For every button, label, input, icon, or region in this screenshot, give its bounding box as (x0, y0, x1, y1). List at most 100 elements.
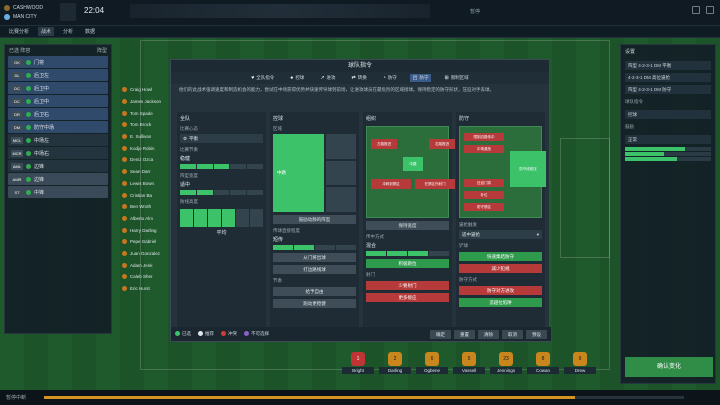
player-name-row[interactable]: Deniz Ozca (122, 154, 168, 166)
bottom-player[interactable]: 1 Bright (342, 352, 374, 374)
trigger-select[interactable]: 适中逼抢 ▾ (459, 230, 542, 239)
mode-select[interactable]: 正常 (625, 135, 711, 144)
attack-zone-centre[interactable]: 中路 (403, 157, 423, 171)
bottom-player[interactable]: 9 Drew (564, 352, 596, 374)
attack-zone-left[interactable]: 左路推进 (371, 139, 397, 149)
settings-icon[interactable] (692, 6, 700, 14)
lineup-row[interactable]: GK 门将 (8, 56, 108, 68)
player-name-row[interactable]: Cristian Ba (122, 189, 168, 201)
defence-zone-1[interactable]: 限制边路传中 (464, 133, 504, 141)
defence-btn-2[interactable]: 减少犯规 (459, 264, 542, 273)
defence-btn-1[interactable]: 快速集结防守 (459, 252, 542, 261)
lineup-row[interactable]: DL 后卫左 (8, 69, 108, 81)
tab-tactics[interactable]: 战术 (38, 27, 55, 36)
attack-btn-4[interactable]: 更多接应 (366, 293, 449, 302)
lineup-row[interactable]: DR 后卫右 (8, 108, 108, 120)
player-name-row[interactable]: Alberto Alm (122, 213, 168, 225)
instruction-tab[interactable]: ↗ 进攻 (317, 74, 338, 82)
possession-btn-5[interactable]: 跑动更稳健 (273, 299, 356, 308)
player-badge-icon (122, 99, 127, 105)
lineup-row[interactable]: DC 后卫中 (8, 82, 108, 94)
defence-btn-3[interactable]: 防守对方进攻 (459, 286, 542, 295)
tab-stats[interactable]: 分析 (60, 27, 76, 36)
footer-button[interactable]: 预设 (526, 329, 547, 339)
player-name-row[interactable]: Kodjo Robin (122, 142, 168, 154)
bottom-player[interactable]: 23 Jennings (490, 352, 522, 374)
tactic-select-3[interactable]: 阵型 4-2-3-1 DM 防守 (625, 85, 711, 94)
instruction-tab[interactable]: ⊞ 限制区域 (441, 74, 471, 82)
player-name-row[interactable]: Caleb Sher (122, 271, 168, 283)
player-name-row[interactable]: Craig Howl (122, 84, 168, 96)
player-name-row[interactable]: Tom Spade (122, 107, 168, 119)
lineup-row[interactable]: ST 中锋 (8, 186, 108, 198)
top-control[interactable]: 暂停 (470, 8, 480, 15)
tactic-select-2[interactable]: 4-2-3-1 DM 高位逼抢 (625, 73, 711, 82)
mentality-select[interactable]: ⚙ 平衡 (180, 134, 263, 143)
instruction-tab[interactable]: ⇄ 转换 (349, 74, 370, 82)
lineup-row[interactable]: DC 后卫中 (8, 95, 108, 107)
lineup-row[interactable]: AMR 边锋 (8, 173, 108, 185)
cross-slider[interactable] (366, 251, 449, 256)
player-name-row[interactable]: James Jackson (122, 96, 168, 108)
player-name-row[interactable]: Eric Hurst (122, 283, 168, 295)
defence-zone-2[interactable]: 中场逼抢 (464, 145, 504, 153)
player-name-row[interactable]: Juan Gonzalez (122, 248, 168, 260)
position-tag: GK (11, 58, 23, 66)
instruction-tab[interactable]: ◰ 防守 (409, 74, 432, 82)
defence-pitch[interactable]: 限制边路传中 中场逼抢 防守线前压 压迫门将 补位 防守禁区 (459, 126, 546, 218)
player-name-row[interactable]: Sean Darr (122, 166, 168, 178)
lineup-row[interactable]: DM 防守中场 (8, 121, 108, 133)
attack-btn-2[interactable]: 积极跑位 (366, 259, 449, 268)
player-name-row[interactable]: Lewis Bown (122, 178, 168, 190)
bottom-player[interactable]: 8 Cowan (527, 352, 559, 374)
footer-button[interactable]: 取消 (502, 329, 523, 339)
possession-area-grid[interactable]: 中路 (273, 134, 356, 213)
area-central[interactable]: 中路 (273, 134, 325, 212)
footer-button[interactable]: 确定 (430, 329, 451, 339)
bottom-player[interactable]: 2 Darling (379, 352, 411, 374)
footer-button[interactable]: 清除 (478, 329, 499, 339)
player-name-row[interactable]: Harry Darling (122, 224, 168, 236)
tempo-slider[interactable] (180, 164, 263, 169)
attack-btn-1[interactable]: 保持宽度 (366, 221, 449, 230)
instruction-tab[interactable]: ● 控球 (287, 74, 307, 82)
tactic-select-1[interactable]: 阵型 4-2-3-1 DM 平衡 (625, 61, 711, 70)
lineup-filter[interactable]: 阵型 (97, 47, 107, 54)
lineup-row[interactable]: MCL 中场左 (8, 134, 108, 146)
lineup-row[interactable]: MCR 中场右 (8, 147, 108, 159)
attack-zone-right[interactable]: 右路推进 (429, 139, 455, 149)
lineup-row[interactable]: AML 边锋 (8, 160, 108, 172)
confirm-changes-button[interactable]: 确认变化 (625, 357, 713, 377)
possession-btn-1[interactable]: 鼓励动静的阵型 (273, 215, 356, 224)
defence-zone-5[interactable]: 补位 (464, 191, 504, 199)
attack-pitch[interactable]: 左路推进 中路 右路推进 冲刺到禁区 在禁区外射门 (366, 126, 455, 218)
tab-analysis[interactable]: 比赛分析 (6, 27, 32, 36)
attack-zone-shoot[interactable]: 在禁区外射门 (415, 179, 455, 189)
pass-slider[interactable] (273, 245, 356, 250)
possession-btn-4[interactable]: 给予自由 (273, 287, 356, 296)
possession-btn-3[interactable]: 打边路线球 (273, 265, 356, 274)
bottom-player[interactable]: 5 Vassell (453, 352, 485, 374)
instruction-tab[interactable]: ◔ 防守 (380, 74, 400, 82)
defence-btn-4[interactable]: 造越位陷阱 (459, 298, 542, 307)
player-badge-icon (122, 180, 127, 186)
tab-data[interactable]: 数据 (82, 27, 98, 36)
attack-zone-box[interactable]: 冲刺到禁区 (371, 179, 411, 189)
defence-zone-4[interactable]: 压迫门将 (464, 179, 504, 187)
player-name-row[interactable]: Pepe Gabriel (122, 236, 168, 248)
player-name-row[interactable]: Adam Jenk (122, 259, 168, 271)
menu-icon[interactable] (706, 6, 714, 14)
instruction-tab[interactable]: ♥ 全队指令 (248, 74, 277, 82)
defence-zone-6[interactable]: 防守禁区 (464, 203, 504, 211)
attack-btn-3[interactable]: 少要射门 (366, 281, 449, 290)
bottom-player[interactable]: 6 Ogbene (416, 352, 448, 374)
possession-btn-2[interactable]: 从门将出球 (273, 253, 356, 262)
footer-button[interactable]: 重置 (454, 329, 475, 339)
width-slider[interactable] (180, 190, 263, 195)
player-name-row[interactable]: Ben Wroth (122, 201, 168, 213)
defence-zone-3[interactable]: 防守线前压 (510, 151, 546, 187)
role-select[interactable]: 控球 (625, 110, 711, 119)
player-name-row[interactable]: E. Sullivan (122, 131, 168, 143)
player-name-row[interactable]: Tom Brock (122, 119, 168, 131)
line-height-slider[interactable] (180, 209, 263, 227)
